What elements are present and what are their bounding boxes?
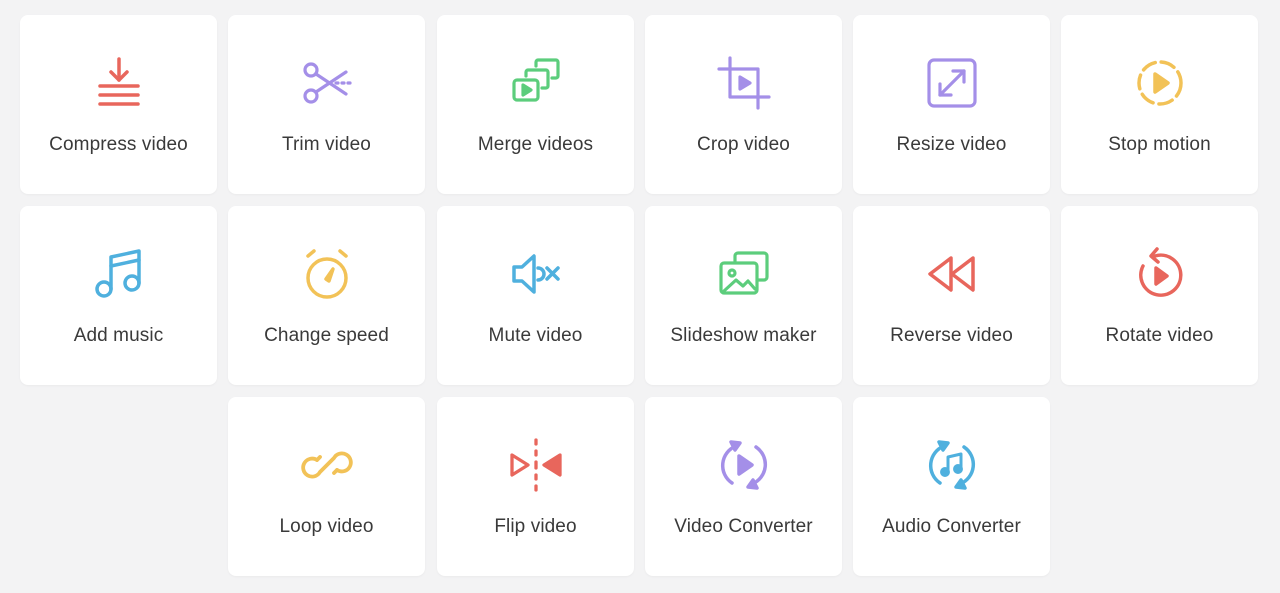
audio-converter-icon — [925, 438, 979, 492]
tool-label: Merge videos — [477, 134, 594, 155]
tool-label: Slideshow maker — [670, 325, 817, 346]
tool-card-reverse-video[interactable]: Reverse video — [853, 206, 1050, 385]
speaker-mute-icon — [509, 247, 563, 301]
compress-icon — [92, 56, 146, 110]
music-note-icon — [92, 247, 146, 301]
stop-motion-icon — [1133, 56, 1187, 110]
tool-label: Flip video — [494, 516, 577, 537]
tool-card-rotate-video[interactable]: Rotate video — [1061, 206, 1258, 385]
tool-label: Audio Converter — [882, 516, 1021, 537]
tool-card-resize-video[interactable]: Resize video — [853, 15, 1050, 194]
tool-card-video-converter[interactable]: Video Converter — [645, 397, 842, 576]
tool-label: Compress video — [49, 134, 188, 155]
tool-label: Add music — [73, 325, 164, 346]
infinity-icon — [300, 438, 354, 492]
rewind-icon — [925, 247, 979, 301]
tool-label: Mute video — [488, 325, 583, 346]
rotate-icon — [1133, 247, 1187, 301]
tool-card-trim-video[interactable]: Trim video — [228, 15, 425, 194]
tool-card-add-music[interactable]: Add music — [20, 206, 217, 385]
tool-label: Loop video — [279, 516, 374, 537]
tool-label: Video Converter — [674, 516, 813, 537]
tool-label: Stop motion — [1108, 134, 1211, 155]
tool-label: Crop video — [697, 134, 790, 155]
tool-label: Rotate video — [1105, 325, 1214, 346]
tool-label: Resize video — [896, 134, 1007, 155]
tool-card-compress-video[interactable]: Compress video — [20, 15, 217, 194]
tools-grid: Compress video Trim video Merge videos C… — [0, 0, 1280, 593]
scissors-icon — [300, 56, 354, 110]
merge-icon — [509, 56, 563, 110]
tool-label: Change speed — [264, 325, 389, 346]
tool-card-crop-video[interactable]: Crop video — [645, 15, 842, 194]
tool-card-change-speed[interactable]: Change speed — [228, 206, 425, 385]
tool-card-merge-videos[interactable]: Merge videos — [437, 15, 634, 194]
crop-icon — [716, 56, 771, 110]
tool-label: Reverse video — [890, 325, 1013, 346]
tool-card-audio-converter[interactable]: Audio Converter — [853, 397, 1050, 576]
tool-label: Trim video — [282, 134, 371, 155]
tool-card-slideshow-maker[interactable]: Slideshow maker — [645, 206, 842, 385]
tool-card-stop-motion[interactable]: Stop motion — [1061, 15, 1258, 194]
tool-card-loop-video[interactable]: Loop video — [228, 397, 425, 576]
stopwatch-icon — [300, 247, 354, 301]
tool-card-flip-video[interactable]: Flip video — [437, 397, 634, 576]
flip-icon — [509, 438, 563, 492]
resize-icon — [925, 56, 979, 110]
tool-card-mute-video[interactable]: Mute video — [437, 206, 634, 385]
slideshow-icon — [717, 247, 771, 301]
video-converter-icon — [717, 438, 771, 492]
